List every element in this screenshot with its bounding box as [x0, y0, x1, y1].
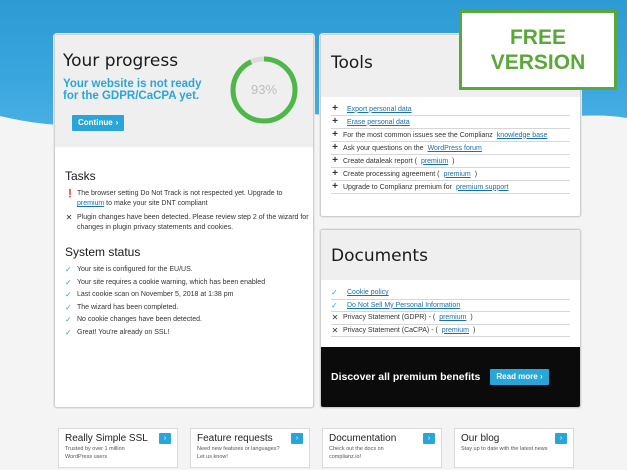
- task-text: to make your site DNT compliant: [104, 200, 208, 207]
- documents-card: Documents ✓ Cookie policy ✓ Do Not Sell My…: [320, 229, 581, 408]
- check-icon: ✓: [65, 277, 72, 287]
- cross-icon: ✕: [331, 325, 339, 335]
- badge-line-2: VERSION: [490, 51, 586, 74]
- plus-icon: +: [332, 142, 338, 153]
- check-icon: ✓: [331, 288, 338, 298]
- tool-item: + Create dataleak report (premium): [331, 155, 570, 168]
- status-item: ✓ The wizard has been completed.: [65, 303, 309, 313]
- system-status-title: System status: [65, 245, 141, 259]
- warning-icon: ❗: [65, 189, 75, 198]
- tasks-title: Tasks: [65, 169, 96, 183]
- status-item: ✓ Last cookie scan on November 5, 2018 at…: [65, 290, 309, 300]
- premium-support-link[interactable]: premium support: [456, 184, 509, 191]
- tool-item: + Upgrade to Complianz premium for premiu…: [331, 181, 570, 194]
- knowledge-base-link[interactable]: knowledge base: [497, 132, 548, 139]
- plus-icon: +: [332, 116, 338, 127]
- continue-button[interactable]: Continue ›: [72, 115, 125, 131]
- tile-our-blog[interactable]: Our blog Stay up to date with the latest…: [454, 428, 574, 468]
- free-version-badge: FREE VERSION: [459, 10, 617, 90]
- documents-list: ✓ Cookie policy ✓ Do Not Sell My Personal …: [321, 280, 580, 337]
- progress-percent: 93%: [250, 82, 278, 97]
- erase-data-link[interactable]: Erase personal data: [347, 119, 410, 126]
- tile-title: Documentation: [329, 433, 397, 444]
- system-status-section: System status ✓ Your site is configured f…: [65, 245, 309, 341]
- plus-icon: +: [332, 181, 338, 192]
- chevron-right-icon[interactable]: ›: [423, 433, 435, 444]
- plus-icon: +: [332, 168, 338, 179]
- check-icon: ✓: [65, 315, 72, 325]
- continue-label: Continue: [78, 118, 113, 127]
- documents-header: Documents: [321, 230, 580, 280]
- premium-banner: Discover all premium benefits Read more …: [321, 347, 580, 407]
- premium-banner-text: Discover all premium benefits: [331, 371, 481, 383]
- cookie-policy-link[interactable]: Cookie policy: [347, 289, 389, 296]
- wordpress-forum-link[interactable]: WordPress forum: [428, 145, 482, 152]
- tasks-section: Tasks ❗ The browser setting Do Not Track…: [65, 169, 309, 237]
- check-icon: ✓: [331, 300, 338, 310]
- task-item: ✕ Plugin changes have been detected. Ple…: [65, 213, 309, 233]
- premium-link[interactable]: premium: [442, 327, 469, 334]
- read-more-button[interactable]: Read more ›: [490, 369, 549, 385]
- tile-feature-requests[interactable]: Feature requests Need new features or la…: [190, 428, 310, 468]
- chevron-right-icon[interactable]: ›: [159, 433, 171, 444]
- export-data-link[interactable]: Export personal data: [347, 106, 412, 113]
- status-text: Last cookie scan on November 5, 2018 at …: [77, 291, 234, 299]
- cross-icon: ✕: [65, 213, 73, 222]
- premium-link[interactable]: premium: [444, 171, 471, 178]
- check-icon: ✓: [65, 302, 72, 312]
- cross-icon: ✕: [331, 313, 339, 323]
- tool-item: + Create processing agreement (premium): [331, 168, 570, 181]
- tile-title: Our blog: [461, 433, 500, 444]
- status-text: No cookie changes have been detected.: [77, 316, 202, 324]
- chevron-right-icon: ›: [115, 118, 119, 127]
- status-item: ✓ Your site requires a cookie warning, wh…: [65, 278, 309, 288]
- status-text: Your site requires a cookie warning, whi…: [77, 278, 266, 286]
- document-item: ✓ Cookie policy: [331, 287, 570, 300]
- tool-item: + Export personal data: [331, 103, 570, 116]
- premium-link[interactable]: premium: [439, 314, 466, 321]
- tile-title: Feature requests: [197, 433, 273, 444]
- status-item: ✓ Your site is configured for the EU/US.: [65, 265, 309, 275]
- status-item: ✓ Great! You're already on SSL!: [65, 328, 309, 338]
- chevron-right-icon[interactable]: ›: [291, 433, 303, 444]
- check-icon: ✓: [65, 265, 72, 274]
- plus-icon: +: [332, 103, 338, 114]
- check-icon: ✓: [65, 327, 72, 337]
- do-not-sell-link[interactable]: Do Not Sell My Personal Information: [347, 302, 460, 309]
- tile-subtitle: Stay up to date with the latest news: [461, 446, 548, 452]
- task-item: ❗ The browser setting Do Not Track is no…: [65, 189, 309, 209]
- status-text: Your site is configured for the EU/US.: [77, 266, 193, 273]
- premium-link[interactable]: premium: [77, 200, 104, 207]
- check-icon: ✓: [65, 290, 72, 300]
- tile-subtitle: Need new features or languages? Let us k…: [197, 446, 280, 460]
- status-item: ✓ No cookie changes have been detected.: [65, 315, 309, 325]
- plus-icon: +: [332, 155, 338, 166]
- documents-title: Documents: [331, 246, 428, 266]
- tile-documentation[interactable]: Documentation Check out the docs on comp…: [322, 428, 442, 468]
- progress-message: Your website is not ready for the GDPR/C…: [63, 78, 202, 102]
- status-text: The wizard has been completed.: [77, 303, 179, 311]
- tile-really-simple-ssl[interactable]: Really Simple SSL Trusted by over 1 mill…: [58, 428, 178, 468]
- badge-line-1: FREE: [509, 26, 566, 49]
- document-item: ✕ Privacy Statement (GDPR) - (premium): [331, 312, 570, 325]
- tool-item: + For the most common issues see the Comp…: [331, 129, 570, 142]
- chevron-right-icon[interactable]: ›: [555, 433, 567, 444]
- document-item: ✕ Privacy Statement (CaCPA) - (premium): [331, 325, 570, 337]
- tile-subtitle: Check out the docs on complianz.io!: [329, 446, 384, 460]
- tile-title: Really Simple SSL: [65, 433, 148, 444]
- document-item: ✓ Do Not Sell My Personal Information: [331, 300, 570, 312]
- plus-icon: +: [332, 129, 338, 140]
- task-text: Plugin changes have been detected. Pleas…: [77, 214, 309, 231]
- status-text: Great! You're already on SSL!: [77, 328, 170, 336]
- tile-subtitle: Trusted by over 1 million WordPress user…: [65, 446, 125, 460]
- premium-link[interactable]: premium: [421, 158, 448, 165]
- tool-item: + Ask your questions on the WordPress for…: [331, 142, 570, 155]
- task-text: The browser setting Do Not Track is not …: [77, 190, 283, 197]
- progress-card: Your progress Your website is not ready …: [54, 34, 314, 408]
- progress-header: Your progress Your website is not ready …: [55, 35, 313, 147]
- tool-item: + Erase personal data: [331, 116, 570, 129]
- tools-list: + Export personal data + Erase personal da…: [321, 97, 580, 194]
